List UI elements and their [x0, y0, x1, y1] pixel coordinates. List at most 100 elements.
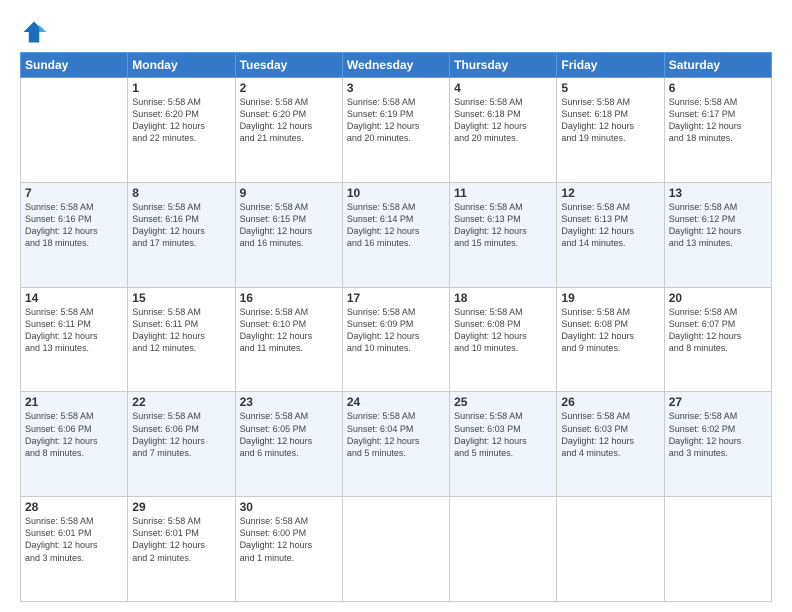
header: [20, 18, 772, 46]
day-info: Sunrise: 5:58 AM Sunset: 6:06 PM Dayligh…: [132, 410, 230, 459]
day-info: Sunrise: 5:58 AM Sunset: 6:08 PM Dayligh…: [454, 306, 552, 355]
calendar-cell: 28Sunrise: 5:58 AM Sunset: 6:01 PM Dayli…: [21, 497, 128, 602]
day-number: 14: [25, 291, 123, 305]
day-number: 29: [132, 500, 230, 514]
day-info: Sunrise: 5:58 AM Sunset: 6:06 PM Dayligh…: [25, 410, 123, 459]
day-number: 24: [347, 395, 445, 409]
day-info: Sunrise: 5:58 AM Sunset: 6:17 PM Dayligh…: [669, 96, 767, 145]
calendar-cell: [342, 497, 449, 602]
calendar-cell: 18Sunrise: 5:58 AM Sunset: 6:08 PM Dayli…: [450, 287, 557, 392]
week-row-2: 7Sunrise: 5:58 AM Sunset: 6:16 PM Daylig…: [21, 182, 772, 287]
calendar-cell: 11Sunrise: 5:58 AM Sunset: 6:13 PM Dayli…: [450, 182, 557, 287]
calendar-cell: 20Sunrise: 5:58 AM Sunset: 6:07 PM Dayli…: [664, 287, 771, 392]
calendar-cell: 5Sunrise: 5:58 AM Sunset: 6:18 PM Daylig…: [557, 78, 664, 183]
day-number: 13: [669, 186, 767, 200]
day-info: Sunrise: 5:58 AM Sunset: 6:07 PM Dayligh…: [669, 306, 767, 355]
day-info: Sunrise: 5:58 AM Sunset: 6:00 PM Dayligh…: [240, 515, 338, 564]
day-info: Sunrise: 5:58 AM Sunset: 6:11 PM Dayligh…: [132, 306, 230, 355]
day-info: Sunrise: 5:58 AM Sunset: 6:12 PM Dayligh…: [669, 201, 767, 250]
day-info: Sunrise: 5:58 AM Sunset: 6:05 PM Dayligh…: [240, 410, 338, 459]
day-number: 16: [240, 291, 338, 305]
calendar-cell: 19Sunrise: 5:58 AM Sunset: 6:08 PM Dayli…: [557, 287, 664, 392]
calendar-cell: 16Sunrise: 5:58 AM Sunset: 6:10 PM Dayli…: [235, 287, 342, 392]
day-number: 12: [561, 186, 659, 200]
calendar-cell: 3Sunrise: 5:58 AM Sunset: 6:19 PM Daylig…: [342, 78, 449, 183]
calendar-cell: 8Sunrise: 5:58 AM Sunset: 6:16 PM Daylig…: [128, 182, 235, 287]
calendar-cell: 6Sunrise: 5:58 AM Sunset: 6:17 PM Daylig…: [664, 78, 771, 183]
day-info: Sunrise: 5:58 AM Sunset: 6:03 PM Dayligh…: [454, 410, 552, 459]
day-info: Sunrise: 5:58 AM Sunset: 6:20 PM Dayligh…: [240, 96, 338, 145]
week-row-3: 14Sunrise: 5:58 AM Sunset: 6:11 PM Dayli…: [21, 287, 772, 392]
calendar-cell: 7Sunrise: 5:58 AM Sunset: 6:16 PM Daylig…: [21, 182, 128, 287]
day-number: 30: [240, 500, 338, 514]
col-header-tuesday: Tuesday: [235, 53, 342, 78]
calendar-cell: [664, 497, 771, 602]
col-header-friday: Friday: [557, 53, 664, 78]
calendar-cell: [450, 497, 557, 602]
day-info: Sunrise: 5:58 AM Sunset: 6:16 PM Dayligh…: [132, 201, 230, 250]
day-number: 18: [454, 291, 552, 305]
calendar-cell: 22Sunrise: 5:58 AM Sunset: 6:06 PM Dayli…: [128, 392, 235, 497]
day-info: Sunrise: 5:58 AM Sunset: 6:20 PM Dayligh…: [132, 96, 230, 145]
calendar-cell: 27Sunrise: 5:58 AM Sunset: 6:02 PM Dayli…: [664, 392, 771, 497]
day-info: Sunrise: 5:58 AM Sunset: 6:18 PM Dayligh…: [561, 96, 659, 145]
day-info: Sunrise: 5:58 AM Sunset: 6:04 PM Dayligh…: [347, 410, 445, 459]
day-info: Sunrise: 5:58 AM Sunset: 6:11 PM Dayligh…: [25, 306, 123, 355]
day-number: 8: [132, 186, 230, 200]
calendar-cell: [557, 497, 664, 602]
calendar-cell: 21Sunrise: 5:58 AM Sunset: 6:06 PM Dayli…: [21, 392, 128, 497]
calendar-cell: 17Sunrise: 5:58 AM Sunset: 6:09 PM Dayli…: [342, 287, 449, 392]
calendar-cell: 4Sunrise: 5:58 AM Sunset: 6:18 PM Daylig…: [450, 78, 557, 183]
col-header-saturday: Saturday: [664, 53, 771, 78]
calendar-cell: 15Sunrise: 5:58 AM Sunset: 6:11 PM Dayli…: [128, 287, 235, 392]
week-row-5: 28Sunrise: 5:58 AM Sunset: 6:01 PM Dayli…: [21, 497, 772, 602]
day-number: 9: [240, 186, 338, 200]
calendar-cell: 29Sunrise: 5:58 AM Sunset: 6:01 PM Dayli…: [128, 497, 235, 602]
calendar-cell: 2Sunrise: 5:58 AM Sunset: 6:20 PM Daylig…: [235, 78, 342, 183]
day-number: 20: [669, 291, 767, 305]
calendar-cell: 23Sunrise: 5:58 AM Sunset: 6:05 PM Dayli…: [235, 392, 342, 497]
calendar-cell: 13Sunrise: 5:58 AM Sunset: 6:12 PM Dayli…: [664, 182, 771, 287]
day-number: 2: [240, 81, 338, 95]
calendar-cell: 25Sunrise: 5:58 AM Sunset: 6:03 PM Dayli…: [450, 392, 557, 497]
day-number: 7: [25, 186, 123, 200]
day-number: 3: [347, 81, 445, 95]
calendar-cell: 26Sunrise: 5:58 AM Sunset: 6:03 PM Dayli…: [557, 392, 664, 497]
calendar-cell: [21, 78, 128, 183]
day-number: 11: [454, 186, 552, 200]
day-number: 1: [132, 81, 230, 95]
day-info: Sunrise: 5:58 AM Sunset: 6:13 PM Dayligh…: [454, 201, 552, 250]
day-info: Sunrise: 5:58 AM Sunset: 6:01 PM Dayligh…: [132, 515, 230, 564]
day-number: 19: [561, 291, 659, 305]
week-row-1: 1Sunrise: 5:58 AM Sunset: 6:20 PM Daylig…: [21, 78, 772, 183]
day-number: 10: [347, 186, 445, 200]
calendar-cell: 1Sunrise: 5:58 AM Sunset: 6:20 PM Daylig…: [128, 78, 235, 183]
day-number: 15: [132, 291, 230, 305]
logo: [20, 18, 52, 46]
week-row-4: 21Sunrise: 5:58 AM Sunset: 6:06 PM Dayli…: [21, 392, 772, 497]
col-header-wednesday: Wednesday: [342, 53, 449, 78]
day-info: Sunrise: 5:58 AM Sunset: 6:16 PM Dayligh…: [25, 201, 123, 250]
calendar-cell: 24Sunrise: 5:58 AM Sunset: 6:04 PM Dayli…: [342, 392, 449, 497]
day-number: 21: [25, 395, 123, 409]
calendar-cell: 14Sunrise: 5:58 AM Sunset: 6:11 PM Dayli…: [21, 287, 128, 392]
day-info: Sunrise: 5:58 AM Sunset: 6:02 PM Dayligh…: [669, 410, 767, 459]
col-header-thursday: Thursday: [450, 53, 557, 78]
day-number: 25: [454, 395, 552, 409]
logo-icon: [20, 18, 48, 46]
calendar-cell: 12Sunrise: 5:58 AM Sunset: 6:13 PM Dayli…: [557, 182, 664, 287]
col-header-monday: Monday: [128, 53, 235, 78]
day-number: 28: [25, 500, 123, 514]
day-number: 4: [454, 81, 552, 95]
day-info: Sunrise: 5:58 AM Sunset: 6:01 PM Dayligh…: [25, 515, 123, 564]
calendar-cell: 9Sunrise: 5:58 AM Sunset: 6:15 PM Daylig…: [235, 182, 342, 287]
day-number: 22: [132, 395, 230, 409]
day-info: Sunrise: 5:58 AM Sunset: 6:15 PM Dayligh…: [240, 201, 338, 250]
day-info: Sunrise: 5:58 AM Sunset: 6:13 PM Dayligh…: [561, 201, 659, 250]
page: SundayMondayTuesdayWednesdayThursdayFrid…: [0, 0, 792, 612]
day-number: 17: [347, 291, 445, 305]
day-number: 26: [561, 395, 659, 409]
day-info: Sunrise: 5:58 AM Sunset: 6:03 PM Dayligh…: [561, 410, 659, 459]
day-info: Sunrise: 5:58 AM Sunset: 6:19 PM Dayligh…: [347, 96, 445, 145]
calendar-cell: 10Sunrise: 5:58 AM Sunset: 6:14 PM Dayli…: [342, 182, 449, 287]
